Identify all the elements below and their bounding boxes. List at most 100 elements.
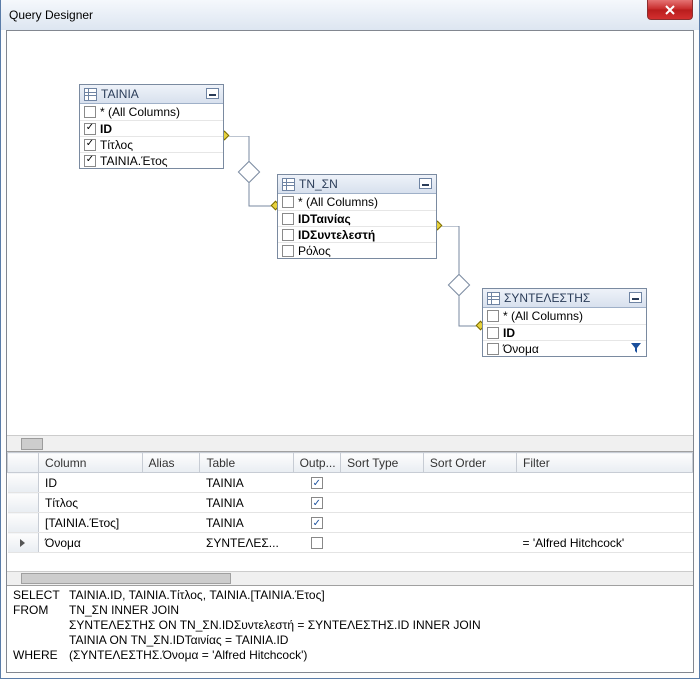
- output-checkbox[interactable]: [311, 497, 323, 509]
- table-title: TN_ΣΝ: [299, 177, 338, 191]
- column-row[interactable]: Όνομα: [483, 340, 646, 356]
- grid-cell-table[interactable]: TAINIA: [200, 473, 293, 493]
- sql-from-line: TAINIA ON TN_ΣΝ.IDΤαινίας = TAINIA.ID: [69, 633, 687, 648]
- join-diamond-2[interactable]: [448, 274, 471, 297]
- checkbox[interactable]: [487, 343, 499, 355]
- table-syntelestis[interactable]: ΣΥΝΤΕΛΕΣΤΗΣ * (All Columns) ID Όνομα: [482, 288, 647, 357]
- table-header[interactable]: ΣΥΝΤΕΛΕΣΤΗΣ: [483, 289, 646, 308]
- column-row[interactable]: Ρόλος: [278, 242, 436, 258]
- grid-cell-output[interactable]: [293, 473, 341, 493]
- column-label: Ρόλος: [298, 244, 331, 258]
- sql-where-clause: (ΣΥΝΤΕΛΕΣΤΗΣ.Όνομα = 'Alfred Hitchcock'): [69, 648, 307, 662]
- scrollbar-thumb[interactable]: [21, 438, 43, 450]
- checkbox[interactable]: [282, 196, 294, 208]
- diagram-pane[interactable]: TAINIA * (All Columns) ID Τίτλος TAINIA.…: [7, 31, 693, 451]
- table-tainia[interactable]: TAINIA * (All Columns) ID Τίτλος TAINIA.…: [79, 84, 224, 169]
- grid-cell-output[interactable]: [293, 533, 341, 553]
- minimize-icon[interactable]: [629, 292, 642, 303]
- grid-cell-table[interactable]: TAINIA: [200, 493, 293, 513]
- grid-cell-output[interactable]: [293, 513, 341, 533]
- column-row[interactable]: IDΤαινίας: [278, 210, 436, 226]
- grid-cell-column[interactable]: Τίτλος: [39, 493, 142, 513]
- grid-cell-alias[interactable]: [142, 533, 200, 553]
- sql-pane[interactable]: SELECTTAINIA.ID, TAINIA.Τίτλος, TAINIA.[…: [7, 585, 693, 672]
- table-header[interactable]: TN_ΣΝ: [278, 175, 436, 194]
- grid-cell-sorttype[interactable]: [341, 493, 424, 513]
- grid-cell-output[interactable]: [293, 493, 341, 513]
- row-header[interactable]: [8, 513, 39, 533]
- minimize-icon[interactable]: [419, 178, 432, 189]
- grid-header-cell[interactable]: Sort Order: [423, 453, 516, 473]
- grid-row[interactable]: Τίτλος TAINIA: [8, 493, 693, 513]
- grid-cell-column[interactable]: [TAINIA.Έτος]: [39, 513, 142, 533]
- minimize-icon[interactable]: [206, 88, 219, 99]
- column-row[interactable]: ID: [483, 324, 646, 340]
- checkbox[interactable]: [84, 123, 96, 135]
- row-header[interactable]: [8, 473, 39, 493]
- grid-cell-filter[interactable]: = 'Alfred Hitchcock': [517, 533, 693, 553]
- grid-cell-sortorder[interactable]: [423, 533, 516, 553]
- column-row[interactable]: * (All Columns): [80, 104, 223, 120]
- criteria-grid-pane[interactable]: Column Alias Table Outp... Sort Type Sor…: [7, 451, 693, 585]
- grid-cell-alias[interactable]: [142, 513, 200, 533]
- grid-header-cell[interactable]: Column: [39, 453, 142, 473]
- grid-row[interactable]: [TAINIA.Έτος] TAINIA: [8, 513, 693, 533]
- grid-header-cell[interactable]: Filter: [517, 453, 693, 473]
- checkbox[interactable]: [282, 213, 294, 225]
- column-row[interactable]: * (All Columns): [483, 308, 646, 324]
- grid-cell-sorttype[interactable]: [341, 513, 424, 533]
- grid-header-cell[interactable]: Sort Type: [341, 453, 424, 473]
- table-tnsn[interactable]: TN_ΣΝ * (All Columns) IDΤαινίας IDΣυντελ…: [277, 174, 437, 259]
- scrollbar-thumb[interactable]: [21, 573, 231, 584]
- checkbox[interactable]: [84, 139, 96, 151]
- column-label: IDΣυντελεστή: [298, 228, 375, 242]
- checkbox[interactable]: [282, 229, 294, 241]
- sql-keyword-where: WHERE: [13, 648, 69, 663]
- table-header[interactable]: TAINIA: [80, 85, 223, 104]
- output-checkbox[interactable]: [311, 537, 323, 549]
- grid-hscrollbar[interactable]: [7, 571, 693, 585]
- sql-keyword-from: FROM: [13, 603, 69, 618]
- table-title: TAINIA: [101, 87, 139, 101]
- diagram-hscrollbar[interactable]: [7, 435, 693, 451]
- grid-cell-sortorder[interactable]: [423, 493, 516, 513]
- checkbox[interactable]: [282, 245, 294, 257]
- grid-cell-sortorder[interactable]: [423, 513, 516, 533]
- grid-header-cell[interactable]: Table: [200, 453, 293, 473]
- row-header[interactable]: [8, 533, 39, 553]
- grid-cell-filter[interactable]: [517, 513, 693, 533]
- grid-cell-sorttype[interactable]: [341, 473, 424, 493]
- grid-header-cell[interactable]: Outp...: [293, 453, 341, 473]
- column-row[interactable]: Τίτλος: [80, 136, 223, 152]
- checkbox[interactable]: [487, 310, 499, 322]
- grid-cell-filter[interactable]: [517, 473, 693, 493]
- grid-row[interactable]: ID TAINIA: [8, 473, 693, 493]
- grid-row[interactable]: Όνομα ΣΥΝΤΕΛΕΣ... = 'Alfred Hitchcock': [8, 533, 693, 553]
- checkbox[interactable]: [84, 155, 96, 167]
- grid-header-cell[interactable]: [8, 453, 39, 473]
- checkbox[interactable]: [84, 106, 96, 118]
- column-row[interactable]: * (All Columns): [278, 194, 436, 210]
- checkbox[interactable]: [487, 327, 499, 339]
- output-checkbox[interactable]: [311, 517, 323, 529]
- close-button[interactable]: [647, 0, 693, 20]
- grid-cell-column[interactable]: Όνομα: [39, 533, 142, 553]
- grid-cell-sortorder[interactable]: [423, 473, 516, 493]
- column-row[interactable]: ID: [80, 120, 223, 136]
- titlebar[interactable]: Query Designer: [1, 0, 699, 30]
- criteria-grid[interactable]: Column Alias Table Outp... Sort Type Sor…: [7, 452, 693, 553]
- column-label: ID: [503, 326, 515, 340]
- grid-cell-alias[interactable]: [142, 493, 200, 513]
- grid-header-cell[interactable]: Alias: [142, 453, 200, 473]
- grid-cell-column[interactable]: ID: [39, 473, 142, 493]
- join-diamond-1[interactable]: [238, 161, 261, 184]
- grid-cell-table[interactable]: TAINIA: [200, 513, 293, 533]
- output-checkbox[interactable]: [311, 477, 323, 489]
- grid-cell-filter[interactable]: [517, 493, 693, 513]
- column-row[interactable]: IDΣυντελεστή: [278, 226, 436, 242]
- grid-cell-sorttype[interactable]: [341, 533, 424, 553]
- grid-cell-alias[interactable]: [142, 473, 200, 493]
- column-row[interactable]: TAINIA.Έτος: [80, 152, 223, 168]
- row-header[interactable]: [8, 493, 39, 513]
- grid-cell-table[interactable]: ΣΥΝΤΕΛΕΣ...: [200, 533, 293, 553]
